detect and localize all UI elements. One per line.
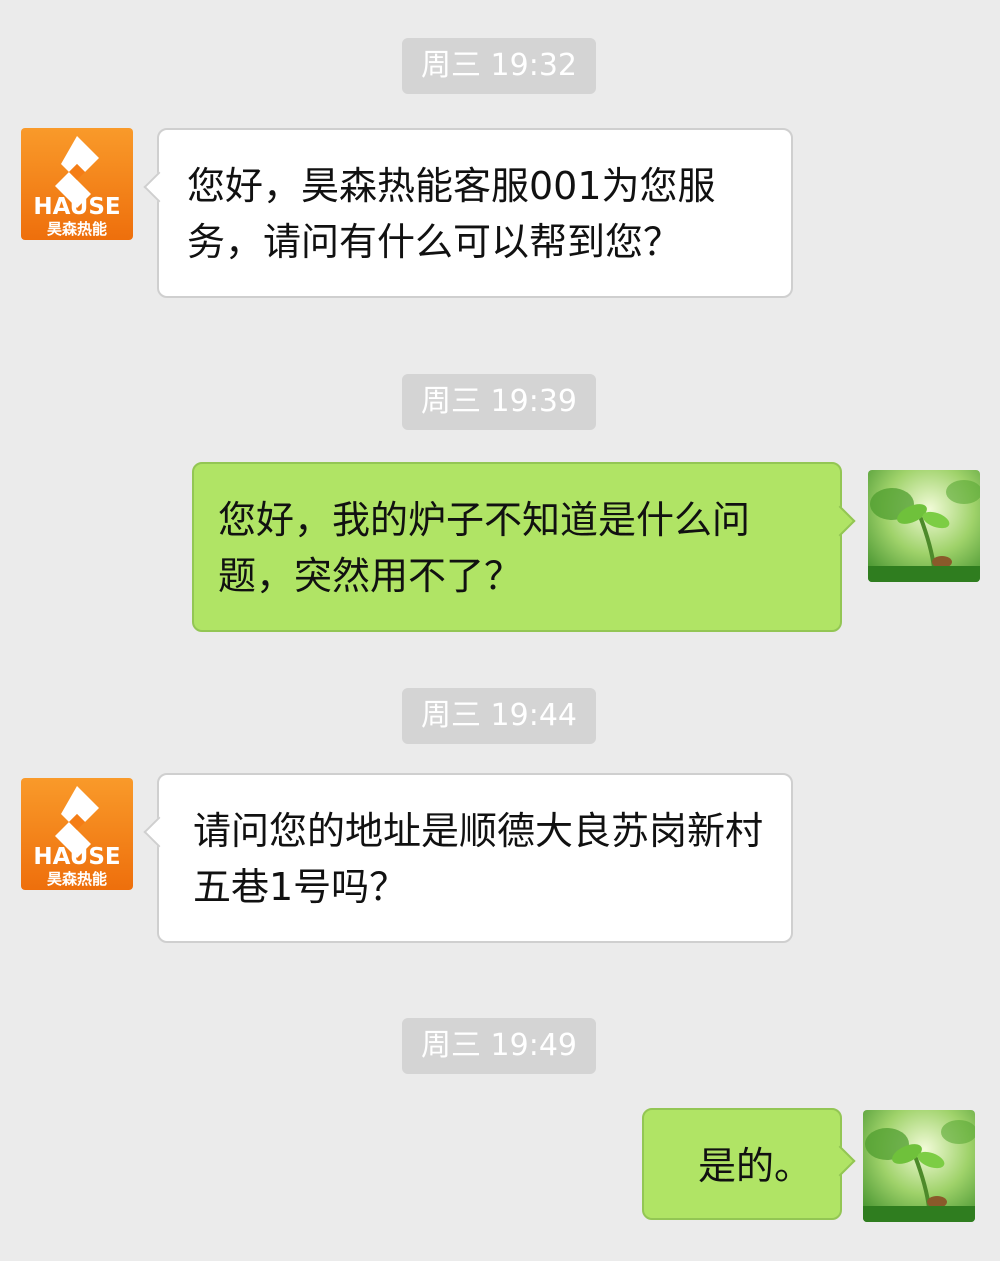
sprout-photo-icon xyxy=(863,1110,975,1222)
timestamp-label: 周三 19:44 xyxy=(402,688,596,744)
timestamp-label: 周三 19:39 xyxy=(402,374,596,430)
service-avatar[interactable]: HAUSE 昊森热能 xyxy=(21,128,133,240)
service-avatar[interactable]: HAUSE 昊森热能 xyxy=(21,778,133,890)
user-avatar[interactable] xyxy=(868,470,980,582)
incoming-message-bubble[interactable]: 您好，昊森热能客服001为您服务，请问有什么可以帮到您？ xyxy=(143,128,793,298)
outgoing-message-bubble[interactable]: 您好，我的炉子不知道是什么问题，突然用不了？ xyxy=(192,462,856,632)
sprout-photo-icon xyxy=(868,470,980,582)
hause-logo-icon: HAUSE 昊森热能 xyxy=(21,778,133,890)
message-text: 您好，我的炉子不知道是什么问题，突然用不了？ xyxy=(218,498,751,598)
logo-brand-text: HAUSE xyxy=(33,844,120,870)
message-text: 您好，昊森热能客服001为您服务，请问有什么可以帮到您？ xyxy=(187,164,716,264)
timestamp-label: 周三 19:49 xyxy=(402,1018,596,1074)
incoming-message-bubble[interactable]: 请问您的地址是顺德大良苏岗新村五巷1号吗？ xyxy=(143,773,793,943)
logo-brand-cn-text: 昊森热能 xyxy=(47,870,107,888)
user-avatar[interactable] xyxy=(863,1110,975,1222)
logo-brand-text: HAUSE xyxy=(33,194,120,220)
logo-brand-cn-text: 昊森热能 xyxy=(47,220,107,238)
hause-logo-icon: HAUSE 昊森热能 xyxy=(21,128,133,240)
timestamp-label: 周三 19:32 xyxy=(402,38,596,94)
message-text: 请问您的地址是顺德大良苏岗新村五巷1号吗？ xyxy=(193,809,764,909)
outgoing-message-bubble[interactable]: 是的。 xyxy=(642,1108,856,1220)
message-text: 是的。 xyxy=(698,1144,813,1188)
